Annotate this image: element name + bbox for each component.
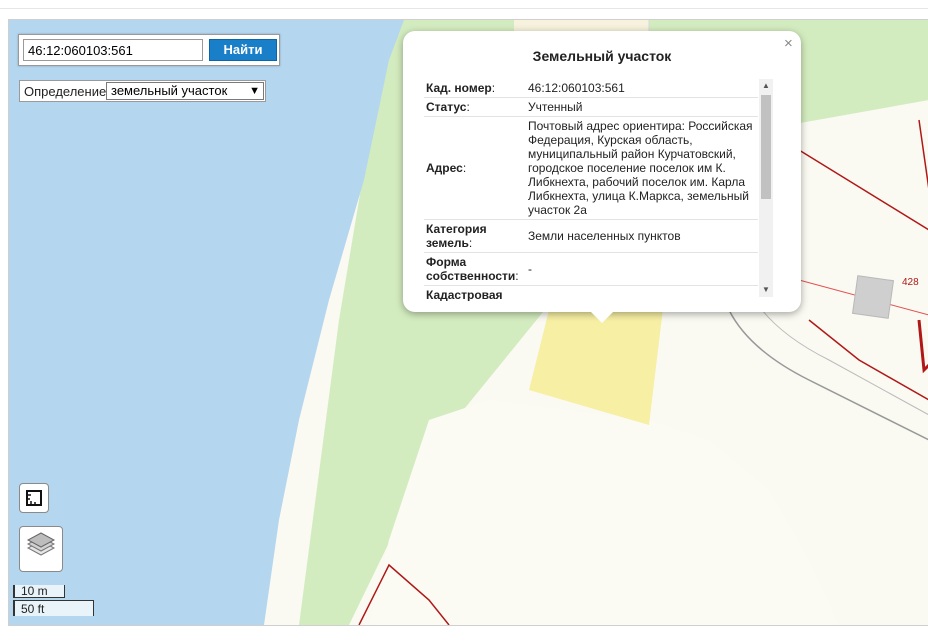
top-divider (0, 0, 928, 9)
find-button[interactable]: Найти (209, 39, 277, 61)
definition-selected-value: земельный участок (111, 83, 228, 98)
row-key: Категория земель (426, 222, 487, 250)
scroll-thumb[interactable] (761, 95, 771, 199)
row-key: Статус (426, 100, 467, 114)
scroll-down-icon[interactable]: ▼ (759, 283, 773, 297)
row-key: Форма собственности (426, 255, 516, 283)
scale-metric: 10 m (13, 585, 65, 598)
table-row: Адрес: Почтовый адрес ориентира: Российс… (424, 116, 758, 220)
popup-pointer (590, 311, 614, 323)
scale-imperial: 50 ft (13, 600, 94, 616)
table-row: Статус: Учтенный (424, 97, 758, 117)
popup-title: Земельный участок (532, 48, 672, 64)
search-panel: Найти (18, 34, 280, 66)
table-row: Категория земель: Земли населенных пункт… (424, 219, 758, 253)
chevron-down-icon: ▼ (249, 85, 260, 97)
popup-scrollbar[interactable]: ▲ ▼ (759, 79, 773, 297)
parcel-number-label: 428 (902, 277, 919, 288)
row-key: Адрес (426, 161, 463, 175)
table-row: Кадастровая (424, 285, 758, 301)
measure-button[interactable] (19, 483, 49, 513)
row-value: 46:12:060103:561 (526, 79, 758, 98)
row-key: Кадастровая (426, 288, 503, 301)
definition-label: Определение: (24, 84, 110, 99)
table-row: Кад. номер: 46:12:060103:561 (424, 79, 758, 98)
layers-icon (26, 532, 56, 556)
row-value: Почтовый адрес ориентира: Российская Фед… (526, 116, 758, 220)
definition-panel: Определение: земельный участок ▼ (19, 80, 266, 102)
building (851, 275, 895, 319)
definition-select[interactable]: земельный участок ▼ (106, 82, 264, 100)
scroll-up-icon[interactable]: ▲ (759, 79, 773, 93)
row-value: - (526, 252, 758, 286)
row-key: Кад. номер (426, 81, 492, 95)
popup-info-scroll[interactable]: Кад. номер: 46:12:060103:561 Статус: Учт… (424, 79, 773, 301)
cadastral-search-input[interactable] (23, 39, 203, 61)
info-table: Кад. номер: 46:12:060103:561 Статус: Учт… (424, 79, 758, 301)
row-value: Земли населенных пунктов (526, 219, 758, 253)
row-value: Учтенный (526, 97, 758, 117)
ruler-icon (26, 490, 42, 506)
row-value (526, 285, 758, 301)
table-row: Форма собственности: - (424, 252, 758, 286)
layers-button[interactable] (19, 526, 63, 572)
parcel-info-popup: × Земельный участок Кад. номер: 46:12:06… (403, 31, 801, 312)
